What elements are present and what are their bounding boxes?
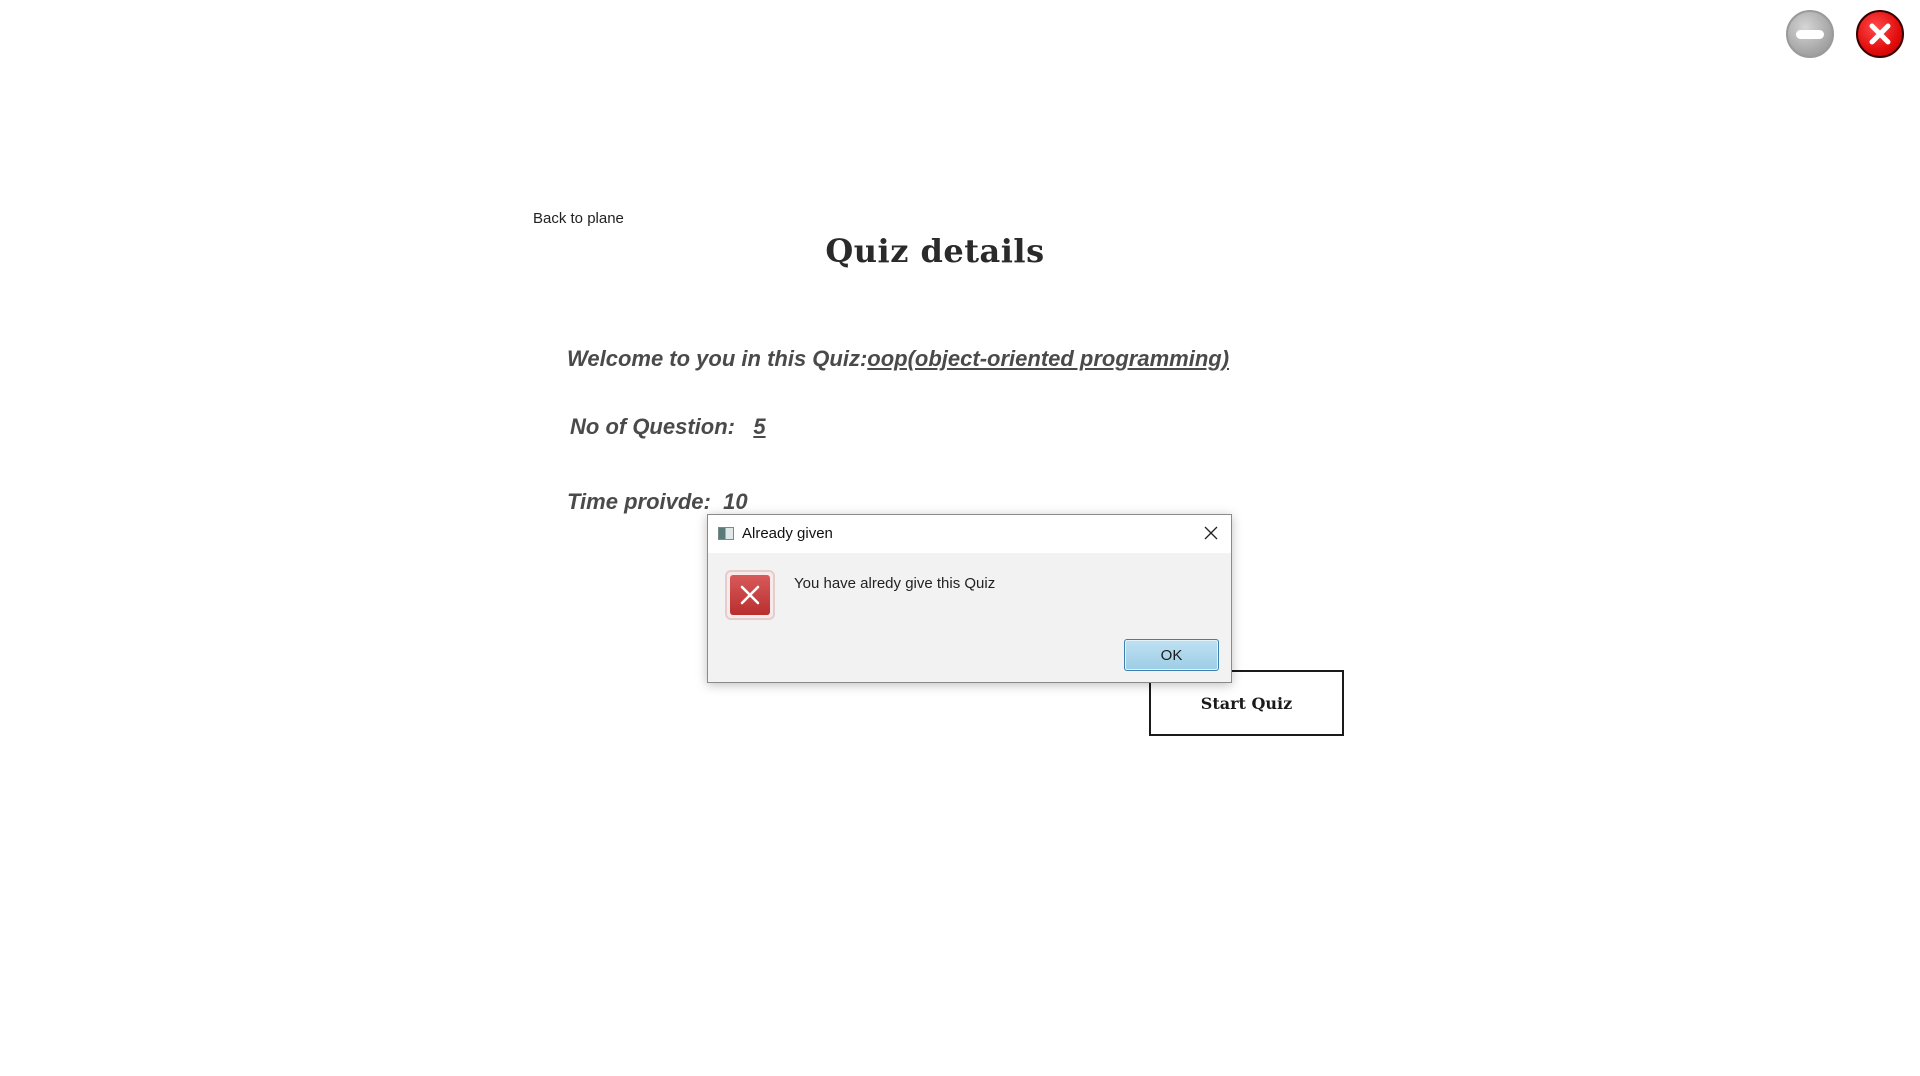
dialog-title: Already given	[742, 525, 833, 542]
error-icon	[725, 570, 775, 620]
ok-button[interactable]: OK	[1124, 639, 1219, 671]
quiz-details-page: Back to plane Quiz details Welcome to yo…	[0, 0, 1920, 1076]
close-window-button[interactable]	[1856, 10, 1904, 58]
minimize-button[interactable]	[1786, 10, 1834, 58]
already-given-dialog: Already given You have alredy give this …	[707, 514, 1232, 683]
question-count-line: No of Question: 5	[570, 414, 766, 440]
minimize-circle-icon	[1796, 30, 1824, 39]
question-count-label: No of Question:	[570, 414, 735, 439]
close-circle-icon	[1869, 23, 1891, 45]
back-to-plane-link[interactable]: Back to plane	[533, 210, 624, 227]
time-line: Time proivde: 10	[567, 489, 748, 515]
question-count-value: 5	[753, 414, 766, 439]
time-label: Time proivde:	[567, 489, 711, 514]
welcome-line: Welcome to you in this Quiz:oop(object-o…	[567, 346, 1229, 372]
quiz-name: oop(object-oriented programming)	[867, 346, 1230, 371]
dialog-close-button[interactable]	[1201, 523, 1221, 543]
time-value: 10	[723, 489, 748, 514]
page-title: Quiz details	[825, 232, 1045, 270]
app-window-icon	[718, 527, 734, 540]
dialog-message: You have alredy give this Quiz	[794, 575, 996, 592]
dialog-titlebar: Already given	[708, 515, 1231, 553]
welcome-label: Welcome to you in this Quiz:	[567, 346, 868, 371]
close-icon	[1204, 526, 1218, 540]
